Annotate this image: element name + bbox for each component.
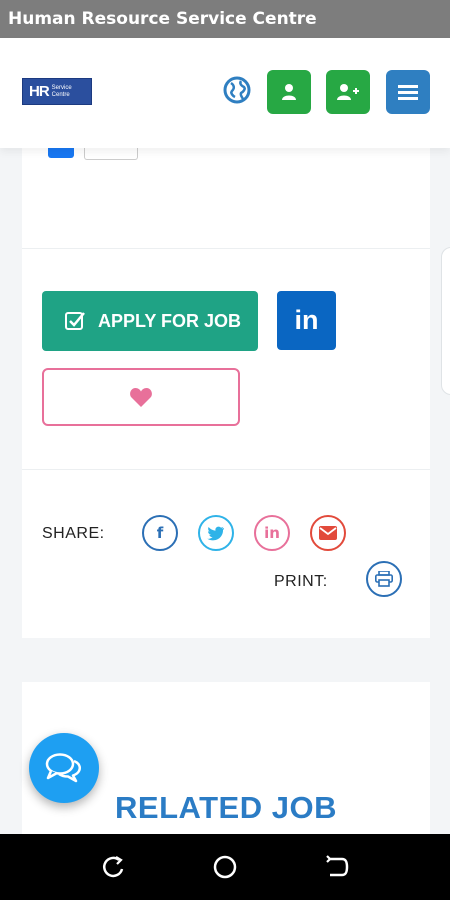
facebook-like-icon[interactable] [48, 148, 74, 158]
site-header: HR Service Centre [0, 38, 450, 148]
user-plus-icon [337, 84, 359, 100]
linkedin-icon: in [294, 305, 319, 335]
recent-apps-icon[interactable] [100, 854, 126, 880]
linkedin-share-icon: in [264, 524, 280, 542]
share-twitter-button[interactable] [198, 515, 234, 551]
share-linkedin-button[interactable]: in [254, 515, 290, 551]
side-panel-tab[interactable] [441, 247, 450, 395]
logo-line2: Centre [51, 91, 70, 98]
heart-icon [130, 388, 152, 407]
back-icon[interactable] [324, 854, 350, 880]
menu-button[interactable] [386, 70, 430, 114]
logo-mark: HR [29, 83, 50, 100]
facebook-icon: f [156, 524, 164, 542]
chat-bubbles-icon [45, 753, 82, 783]
share-email-button[interactable] [310, 515, 346, 551]
logo-line1: Service [51, 84, 72, 91]
share-label: SHARE: [42, 525, 105, 542]
job-details-card: APPLY FOR JOB in SHARE: f in PRINT: [22, 148, 430, 638]
checkbox-icon [65, 312, 85, 330]
envelope-icon [319, 526, 337, 540]
app-title: Human Resource Service Centre [8, 9, 317, 29]
like-count-box [84, 148, 138, 160]
globe-icon[interactable] [222, 75, 252, 105]
android-nav-bar [0, 834, 450, 900]
divider [22, 248, 430, 249]
share-facebook-button[interactable]: f [142, 515, 178, 551]
user-icon [282, 84, 296, 100]
hr-service-centre-logo[interactable]: HR Service Centre [22, 78, 92, 105]
print-label: PRINT: [274, 573, 328, 590]
home-icon[interactable] [212, 854, 238, 880]
app-title-bar: Human Resource Service Centre [0, 0, 450, 38]
apply-for-job-button[interactable]: APPLY FOR JOB [42, 291, 258, 351]
register-button[interactable] [326, 70, 370, 114]
login-button[interactable] [267, 70, 311, 114]
printer-icon [375, 571, 393, 587]
twitter-icon [207, 526, 224, 540]
divider [22, 469, 430, 470]
apply-with-linkedin-button[interactable]: in [277, 291, 336, 350]
print-button[interactable] [366, 561, 402, 597]
chat-button[interactable] [29, 733, 99, 803]
hamburger-icon [398, 85, 418, 100]
favorite-job-button[interactable] [42, 368, 240, 426]
apply-label: APPLY FOR JOB [98, 310, 242, 331]
